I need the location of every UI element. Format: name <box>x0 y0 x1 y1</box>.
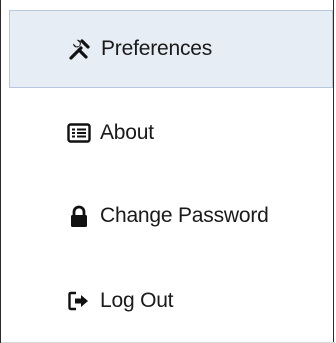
menu-item-log-out[interactable]: Log Out <box>9 263 333 339</box>
user-menu: Preferences About Change Password Log Ou… <box>0 0 335 343</box>
menu-item-preferences[interactable]: Preferences <box>9 10 333 88</box>
menu-item-change-password[interactable]: Change Password <box>9 178 333 254</box>
lock-icon <box>67 204 91 228</box>
tools-icon <box>68 37 92 61</box>
menu-item-label: Preferences <box>101 37 213 60</box>
menu-item-label: Log Out <box>100 289 174 312</box>
logout-icon <box>67 289 91 313</box>
list-icon <box>67 121 91 145</box>
menu-item-label: About <box>100 121 154 144</box>
menu-item-label: Change Password <box>100 204 269 227</box>
menu-item-about[interactable]: About <box>9 95 333 171</box>
